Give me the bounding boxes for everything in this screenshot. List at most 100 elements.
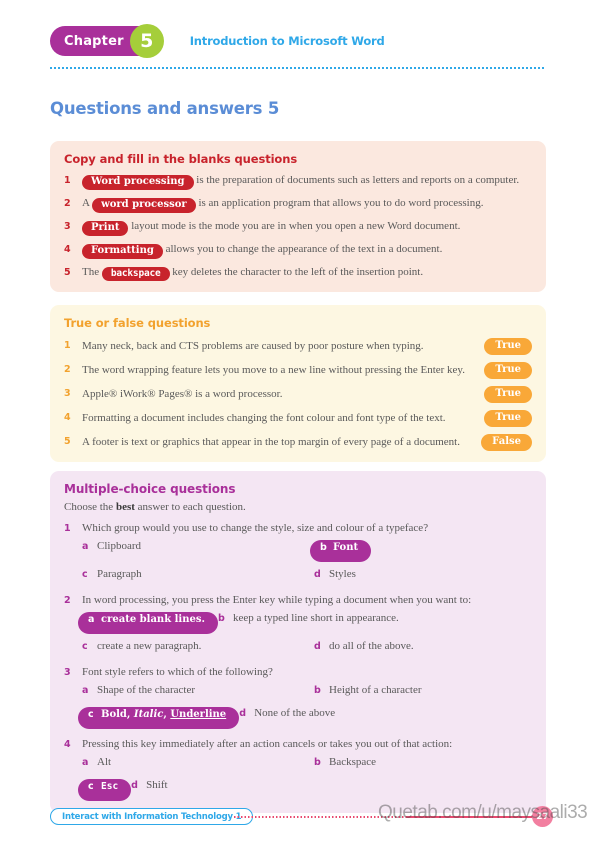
option-letter: b xyxy=(217,613,225,624)
option-label: Shape of the character xyxy=(97,684,196,696)
answer-chip: Formatting xyxy=(82,244,163,259)
section-title-fill-blanks: Copy and fill in the blanks questions xyxy=(64,152,298,166)
option-label: Styles xyxy=(329,568,356,580)
true-false-item: 2 The word wrapping feature lets you move… xyxy=(64,361,532,379)
option-letter: b xyxy=(320,542,327,553)
question-number: 3 xyxy=(64,667,71,678)
option-letter: c xyxy=(82,569,88,580)
option-label: None of the above xyxy=(254,707,336,719)
option-selected[interactable]: c Bold, Italic, Underline xyxy=(78,707,240,729)
item-number: 5 xyxy=(64,436,71,447)
statement-text: A footer is text or graphics that appear… xyxy=(82,435,460,448)
multiple-choice-question: 4 Pressing this key immediately after an … xyxy=(64,738,532,750)
option[interactable]: a Shape of the character xyxy=(82,684,314,701)
answer-chip: Word processing xyxy=(82,175,194,190)
option[interactable]: c Paragraph xyxy=(82,568,314,585)
question-number: 4 xyxy=(64,739,71,750)
option-label: Alt xyxy=(97,756,112,768)
option-label: Shift xyxy=(146,779,168,791)
fill-in-blanks-section: Copy and fill in the blanks questions 1W… xyxy=(50,141,546,293)
option-letter: d xyxy=(314,641,321,652)
option-letter: a xyxy=(88,614,95,625)
option-row: a Clipboard b Font xyxy=(82,540,532,562)
true-false-item: 4 Formatting a document includes changing… xyxy=(64,409,532,427)
footer-solid-rule xyxy=(406,816,548,818)
true-false-answer-badge: True xyxy=(484,410,532,427)
question-text: Pressing this key immediately after an a… xyxy=(82,738,453,750)
footer-book-title: Interact with Information Technology 1 xyxy=(62,811,242,822)
item-number: 1 xyxy=(64,175,71,186)
chapter-title: Introduction to Microsoft Word xyxy=(189,34,385,48)
option[interactable]: b Backspace xyxy=(314,756,546,773)
multiple-choice-section: Multiple-choice questions Choose the bes… xyxy=(50,471,546,813)
option-selected[interactable]: a create blank lines. xyxy=(78,612,218,634)
text-after-answer: is an application program that allows yo… xyxy=(195,197,484,209)
item-text: Word processing is the preparation of do… xyxy=(82,174,532,190)
text-after-answer: allows you to change the appearance of t… xyxy=(162,243,443,255)
option-row: c Esc d Shift xyxy=(78,779,532,801)
option[interactable]: b Height of a character xyxy=(314,684,546,701)
option-selected[interactable]: c Esc xyxy=(78,779,132,801)
text-after-answer: key deletes the character to the left of… xyxy=(169,266,424,278)
true-false-list: 1 Many neck, back and CTS problems are ca… xyxy=(64,337,532,451)
item-number: 2 xyxy=(64,198,71,209)
multiple-choice-question: 1 Which group would you use to change the… xyxy=(64,522,532,534)
section-title-multiple-choice: Multiple-choice questions xyxy=(64,482,236,496)
option-row: a Shape of the character b Height of a char… xyxy=(82,684,532,701)
multiple-choice-question: 2 In word processing, you press the Enter… xyxy=(64,594,532,606)
option-letter: b xyxy=(314,757,321,768)
option-label: create blank lines. xyxy=(101,614,205,625)
true-false-item: 1 Many neck, back and CTS problems are ca… xyxy=(64,337,532,355)
fill-blank-item: 4 Formatting allows you to change the app… xyxy=(64,243,532,259)
multiple-choice-list: 1 Which group would you use to change the… xyxy=(64,522,532,801)
option-letter: c xyxy=(88,709,94,720)
statement-text: Many neck, back and CTS problems are cau… xyxy=(82,339,424,352)
statement-text: Formatting a document includes changing … xyxy=(82,411,446,424)
true-false-section: True or false questions 1 Many neck, back… xyxy=(50,305,546,462)
true-false-answer-badge: False xyxy=(481,434,532,451)
item-number: 3 xyxy=(64,388,71,399)
item-number: 3 xyxy=(64,221,71,232)
option-letter: c xyxy=(88,781,94,792)
option-letter: a xyxy=(82,541,89,552)
text-after-answer: layout mode is the mode you are in when … xyxy=(128,220,461,232)
option-selected[interactable]: b Font xyxy=(310,540,372,562)
option[interactable]: d do all of the above. xyxy=(314,640,546,657)
document-page: Chapter 5 Introduction to Microsoft Word… xyxy=(0,0,595,842)
question-number: 1 xyxy=(64,523,71,534)
item-text: The backspace key deletes the character … xyxy=(82,266,532,282)
fill-blank-item: 1 Word processing is the preparation of d… xyxy=(64,174,532,190)
chapter-header: Chapter 5 Introduction to Microsoft Word xyxy=(50,24,385,58)
text-before-answer: The xyxy=(82,266,102,278)
header-divider xyxy=(50,67,546,69)
true-false-answer-badge: True xyxy=(484,386,532,403)
option[interactable]: d None of the above xyxy=(239,707,471,729)
option-label: Backspace xyxy=(329,756,377,768)
option-label: create a new paragraph. xyxy=(97,640,202,652)
true-false-answer-badge: True xyxy=(484,338,532,355)
option[interactable]: c create a new paragraph. xyxy=(82,640,314,657)
option-label: Clipboard xyxy=(97,540,141,552)
option[interactable]: a Clipboard xyxy=(82,540,314,562)
option[interactable]: a Alt xyxy=(82,756,314,773)
option[interactable]: d Styles xyxy=(314,568,546,585)
page-number: 27 xyxy=(536,811,549,822)
fill-blank-item: 3 Print layout mode is the mode you are i… xyxy=(64,220,532,236)
option-label: Paragraph xyxy=(97,568,142,580)
true-false-item: 5 A footer is text or graphics that appea… xyxy=(64,433,532,451)
chapter-number: 5 xyxy=(140,29,154,52)
statement-text: Apple® iWork® Pages® is a word processor… xyxy=(82,387,283,400)
option-letter: c xyxy=(82,641,88,652)
option[interactable]: d Shift xyxy=(131,779,363,801)
option-row: c Paragraph d Styles xyxy=(82,568,532,585)
option-letter: d xyxy=(314,569,321,580)
option[interactable]: b keep a typed line short in appearance. xyxy=(218,612,450,634)
option-letter: b xyxy=(314,685,321,696)
true-false-item: 3 Apple® iWork® Pages® is a word processo… xyxy=(64,385,532,403)
item-number: 4 xyxy=(64,412,71,423)
option-letter: a xyxy=(82,757,89,768)
item-number: 4 xyxy=(64,244,71,255)
option-label: do all of the above. xyxy=(329,640,414,652)
item-number: 2 xyxy=(64,364,71,375)
question-text: In word processing, you press the Enter … xyxy=(82,594,472,606)
